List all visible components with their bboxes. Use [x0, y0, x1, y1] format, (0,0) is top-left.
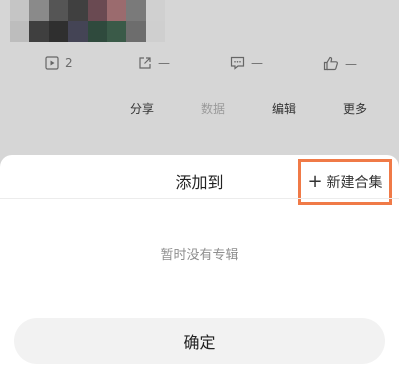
confirm-button[interactable]: 确定 — [14, 318, 385, 364]
empty-state-message: 暂时没有专辑 — [160, 248, 239, 263]
comments-count: — — [251, 56, 263, 70]
new-collection-label: 新建合集 — [326, 175, 383, 191]
likes-stat: — — [323, 56, 357, 71]
plus-icon: + — [307, 171, 323, 192]
shares-count: — — [158, 56, 170, 70]
comments-stat: — — [230, 56, 263, 70]
share-icon — [139, 57, 151, 69]
blurred-thumbnail — [10, 0, 165, 42]
more-action[interactable]: 更多 — [343, 100, 367, 117]
edit-action[interactable]: 编辑 — [272, 100, 296, 117]
video-stats-row: 2 — — — — [0, 56, 399, 80]
add-to-bottom-sheet: 添加到 + 新建合集 暂时没有专辑 确定 — [0, 155, 399, 370]
plays-count: 2 — [65, 56, 73, 70]
background-page: 2 — — — 分享 数据 编辑 更多 — [0, 0, 399, 160]
video-actions-row: 分享 数据 编辑 更多 — [0, 100, 399, 122]
share-action[interactable]: 分享 — [130, 100, 154, 117]
comment-icon — [230, 56, 245, 70]
shares-stat: — — [138, 56, 170, 70]
divider — [0, 198, 399, 199]
plays-stat: 2 — [45, 56, 73, 70]
play-icon — [45, 56, 59, 70]
data-action[interactable]: 数据 — [201, 100, 225, 117]
likes-count: — — [345, 56, 357, 71]
thumbs-up-icon — [323, 56, 338, 71]
